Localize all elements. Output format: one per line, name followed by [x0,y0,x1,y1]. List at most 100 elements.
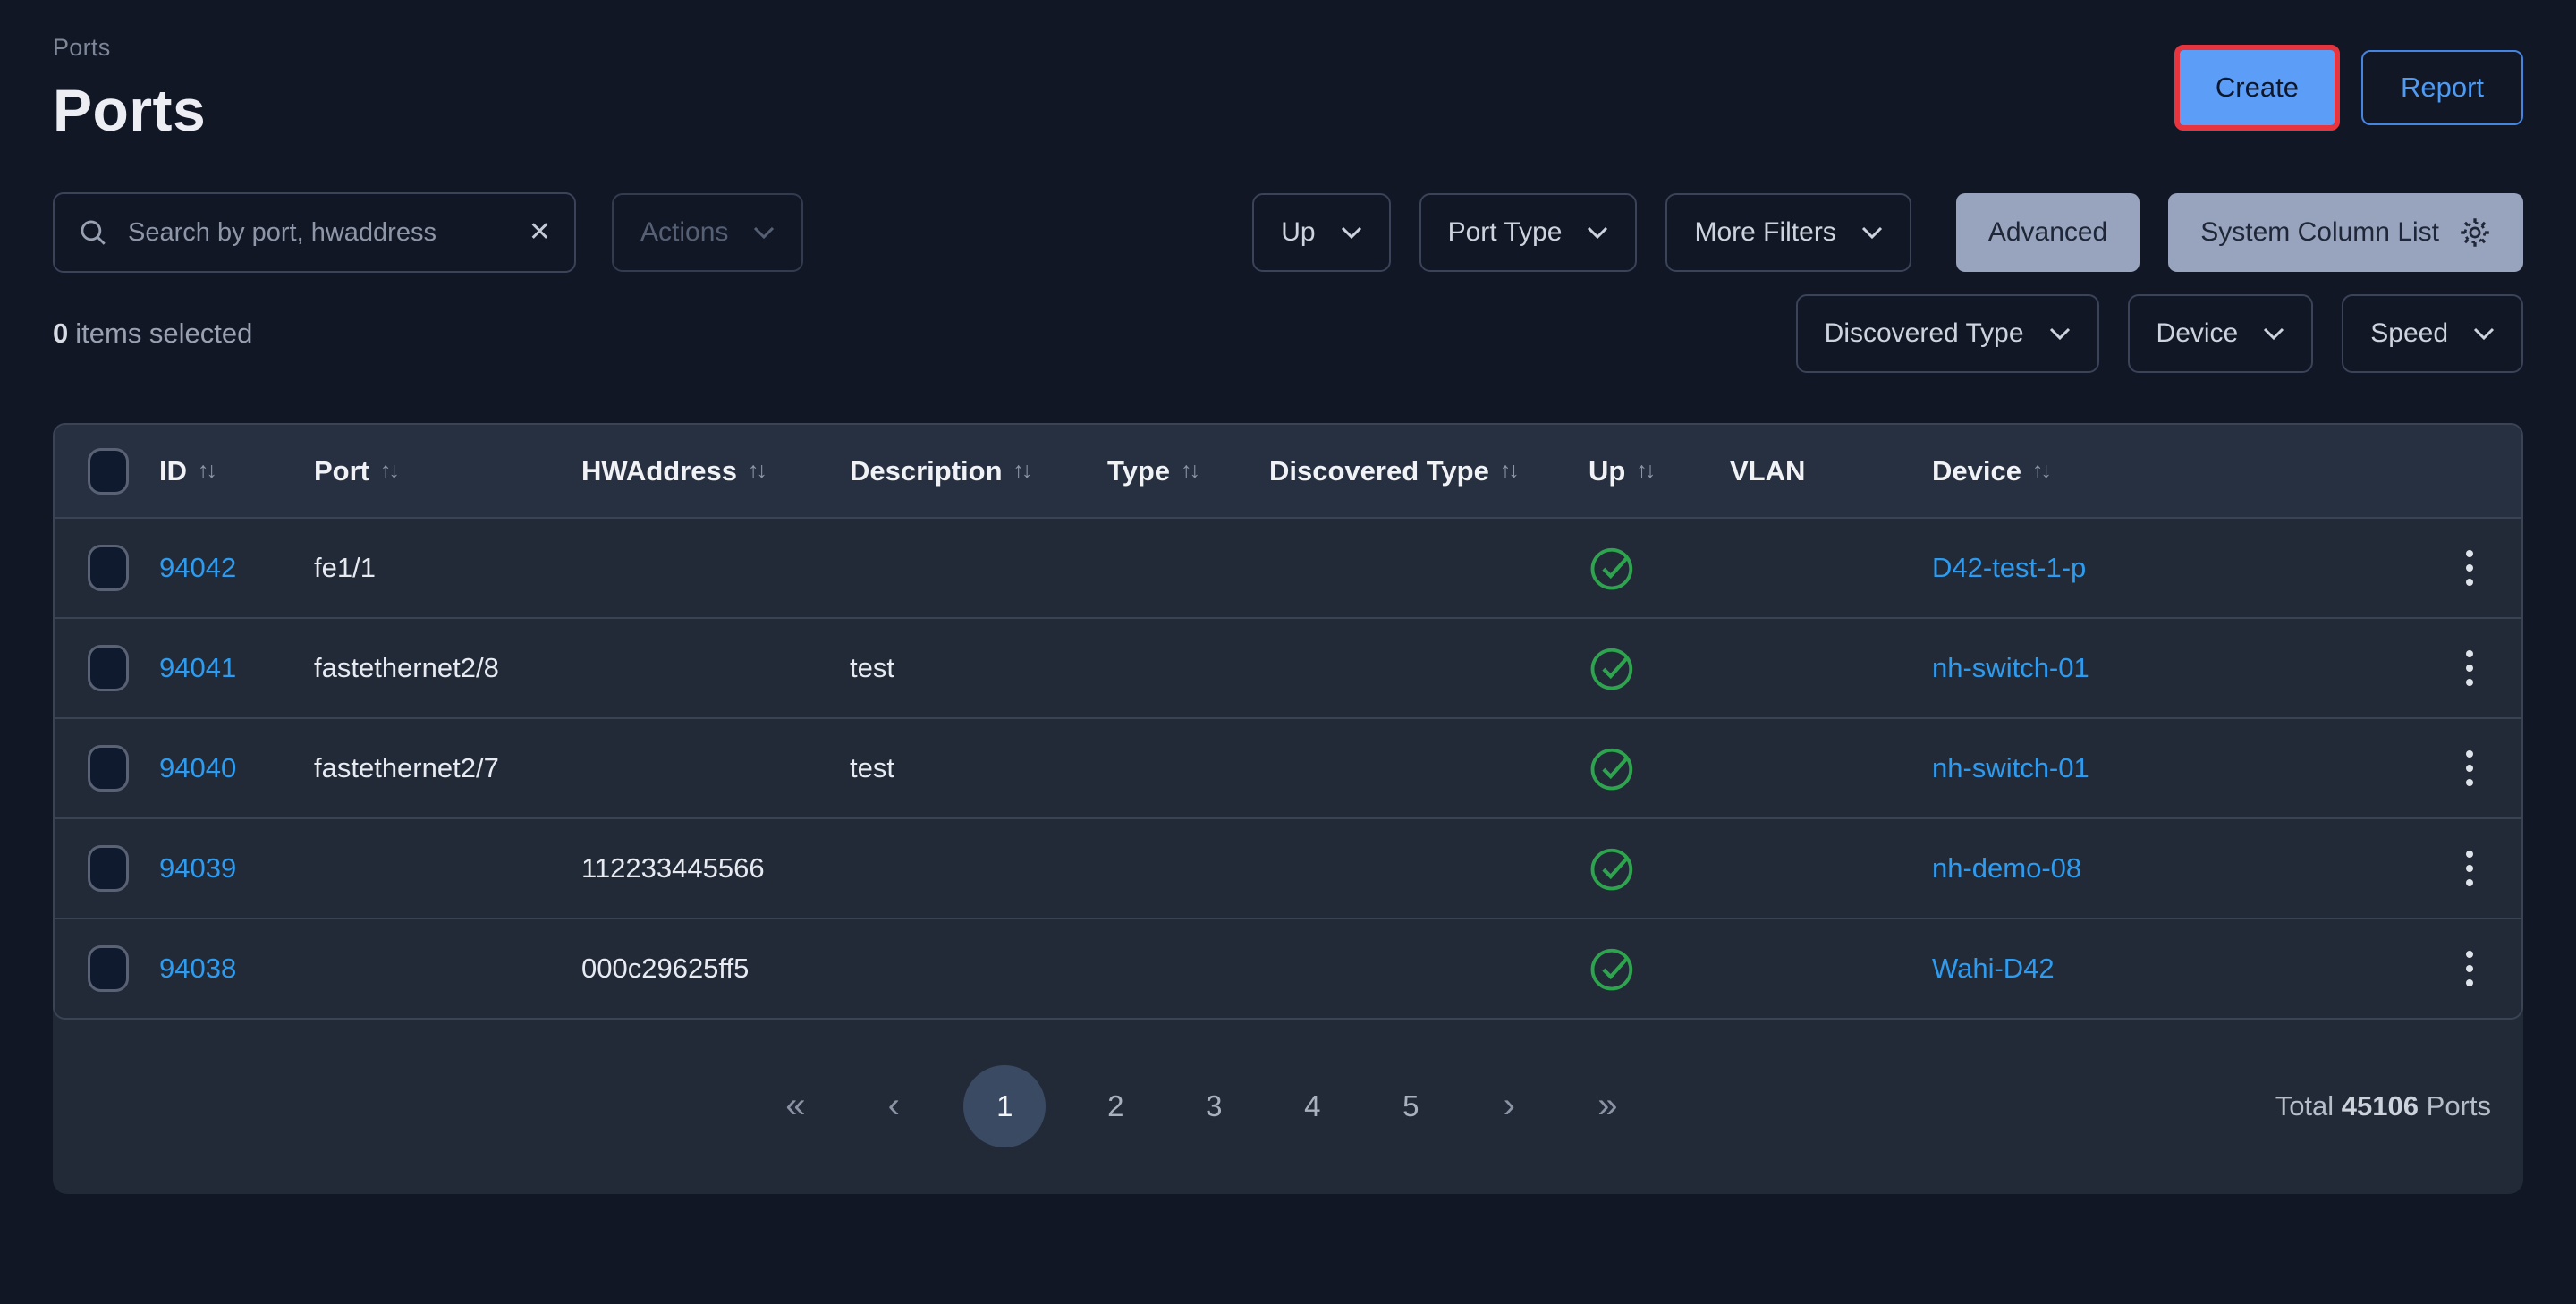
selection-status: 0items selected [53,318,252,350]
up-filter-dropdown[interactable]: Up [1252,193,1390,272]
ports-table: ID↑↓ Port↑↓ HWAddress↑↓ Description↑↓ Ty… [53,423,2523,1020]
port-type-filter-label: Port Type [1448,217,1563,248]
port-id-link[interactable]: 94040 [159,752,236,784]
page-button-1[interactable]: 1 [963,1065,1046,1147]
page-button-2[interactable]: 2 [1087,1065,1144,1147]
device-link[interactable]: D42-test-1-p [1932,552,2086,584]
device-filter-dropdown[interactable]: Device [2128,294,2314,373]
first-page-button[interactable]: « [767,1065,824,1147]
port-cell: fastethernet2/8 [314,652,581,684]
page-button-5[interactable]: 5 [1382,1065,1439,1147]
create-button[interactable]: Create [2180,50,2334,125]
up-status-cell [1589,544,1730,592]
next-page-button[interactable]: › [1480,1065,1538,1147]
sort-icon[interactable]: ↑↓ [1636,458,1653,484]
sort-icon[interactable]: ↑↓ [1500,458,1517,484]
page-header-left: Ports Ports [53,34,206,144]
chevron-down-icon [2473,327,2495,340]
column-header-description[interactable]: Description↑↓ [850,455,1107,487]
device-link[interactable]: Wahi-D42 [1932,953,2055,985]
chevron-down-icon [1341,226,1362,239]
port-id-link[interactable]: 94042 [159,552,236,584]
search-icon [78,217,108,248]
selection-count: 0 [53,318,68,349]
table-row: 94040 fastethernet2/7 test nh-switch-01 [55,717,2521,817]
breadcrumb[interactable]: Ports [53,34,206,62]
up-status-cell [1589,944,1730,993]
up-check-icon [1589,844,1637,893]
port-cell: fe1/1 [314,552,581,584]
table-row: 94038 000c29625ff5 Wahi-D42 [55,918,2521,1018]
row-checkbox[interactable] [88,545,129,591]
report-button[interactable]: Report [2361,50,2523,125]
row-menu-kebab-icon[interactable] [2461,645,2479,691]
description-cell: test [850,652,1107,684]
up-status-cell [1589,844,1730,893]
port-id-link[interactable]: 94039 [159,852,236,885]
actions-dropdown[interactable]: Actions [612,193,803,272]
gear-icon [2459,216,2491,249]
column-header-up[interactable]: Up↑↓ [1589,455,1730,487]
table-header-row: ID↑↓ Port↑↓ HWAddress↑↓ Description↑↓ Ty… [55,425,2521,517]
previous-page-button[interactable]: ‹ [865,1065,922,1147]
row-checkbox[interactable] [88,845,129,892]
sort-icon[interactable]: ↑↓ [1013,458,1030,484]
port-id-link[interactable]: 94041 [159,652,236,684]
up-check-icon [1589,744,1637,792]
discovered-type-filter-dropdown[interactable]: Discovered Type [1796,294,2099,373]
speed-filter-label: Speed [2370,318,2448,349]
column-header-type[interactable]: Type↑↓ [1107,455,1269,487]
page-button-3[interactable]: 3 [1185,1065,1242,1147]
column-header-port[interactable]: Port↑↓ [314,455,581,487]
port-type-filter-dropdown[interactable]: Port Type [1419,193,1638,272]
row-menu-kebab-icon[interactable] [2461,545,2479,591]
port-cell: fastethernet2/7 [314,752,581,784]
select-all-checkbox[interactable] [88,448,129,495]
column-header-vlan: VLAN [1730,455,1932,487]
row-checkbox[interactable] [88,745,129,792]
system-column-list-label: System Column List [2200,217,2439,248]
search-input[interactable] [128,218,509,248]
sort-icon[interactable]: ↑↓ [198,458,215,484]
page-header-actions: Create Report [2174,45,2523,131]
search-box: ✕ [53,192,576,273]
description-cell: test [850,752,1107,784]
more-filters-label: More Filters [1694,217,1835,248]
system-column-list-button[interactable]: System Column List [2168,193,2523,272]
sort-icon[interactable]: ↑↓ [2032,458,2049,484]
table-footer: « ‹ 1 2 3 4 5 › » Total 45106 Ports [53,1020,2523,1192]
pagination: « ‹ 1 2 3 4 5 › » [767,1065,1636,1147]
device-link[interactable]: nh-demo-08 [1932,852,2081,885]
up-check-icon [1589,944,1637,993]
chevron-down-icon [1861,226,1883,239]
clear-search-icon[interactable]: ✕ [529,219,551,246]
sort-icon[interactable]: ↑↓ [1181,458,1198,484]
row-menu-kebab-icon[interactable] [2461,745,2479,792]
chevron-down-icon [753,226,775,239]
column-header-id[interactable]: ID↑↓ [159,455,314,487]
page-header: Ports Ports Create Report [53,34,2523,144]
last-page-button[interactable]: » [1579,1065,1636,1147]
column-header-device[interactable]: Device↑↓ [1932,455,2425,487]
toolbar-right: Up Port Type More Filters Advanced Syste… [1252,193,2523,272]
sort-icon[interactable]: ↑↓ [380,458,397,484]
column-header-hwaddress[interactable]: HWAddress↑↓ [581,455,850,487]
up-filter-label: Up [1281,217,1315,248]
up-status-cell [1589,644,1730,692]
advanced-button[interactable]: Advanced [1956,193,2140,272]
port-id-link[interactable]: 94038 [159,953,236,985]
row-checkbox[interactable] [88,945,129,992]
column-header-discovered-type[interactable]: Discovered Type↑↓ [1269,455,1589,487]
speed-filter-dropdown[interactable]: Speed [2342,294,2523,373]
device-link[interactable]: nh-switch-01 [1932,752,2089,784]
device-link[interactable]: nh-switch-01 [1932,652,2089,684]
page-button-4[interactable]: 4 [1284,1065,1341,1147]
sort-icon[interactable]: ↑↓ [748,458,765,484]
sub-toolbar: 0items selected Discovered Type Device S… [53,294,2523,373]
row-checkbox[interactable] [88,645,129,691]
create-button-highlight: Create [2174,45,2340,131]
row-menu-kebab-icon[interactable] [2461,845,2479,892]
more-filters-dropdown[interactable]: More Filters [1665,193,1911,272]
row-menu-kebab-icon[interactable] [2461,945,2479,992]
device-filter-label: Device [2157,318,2239,349]
